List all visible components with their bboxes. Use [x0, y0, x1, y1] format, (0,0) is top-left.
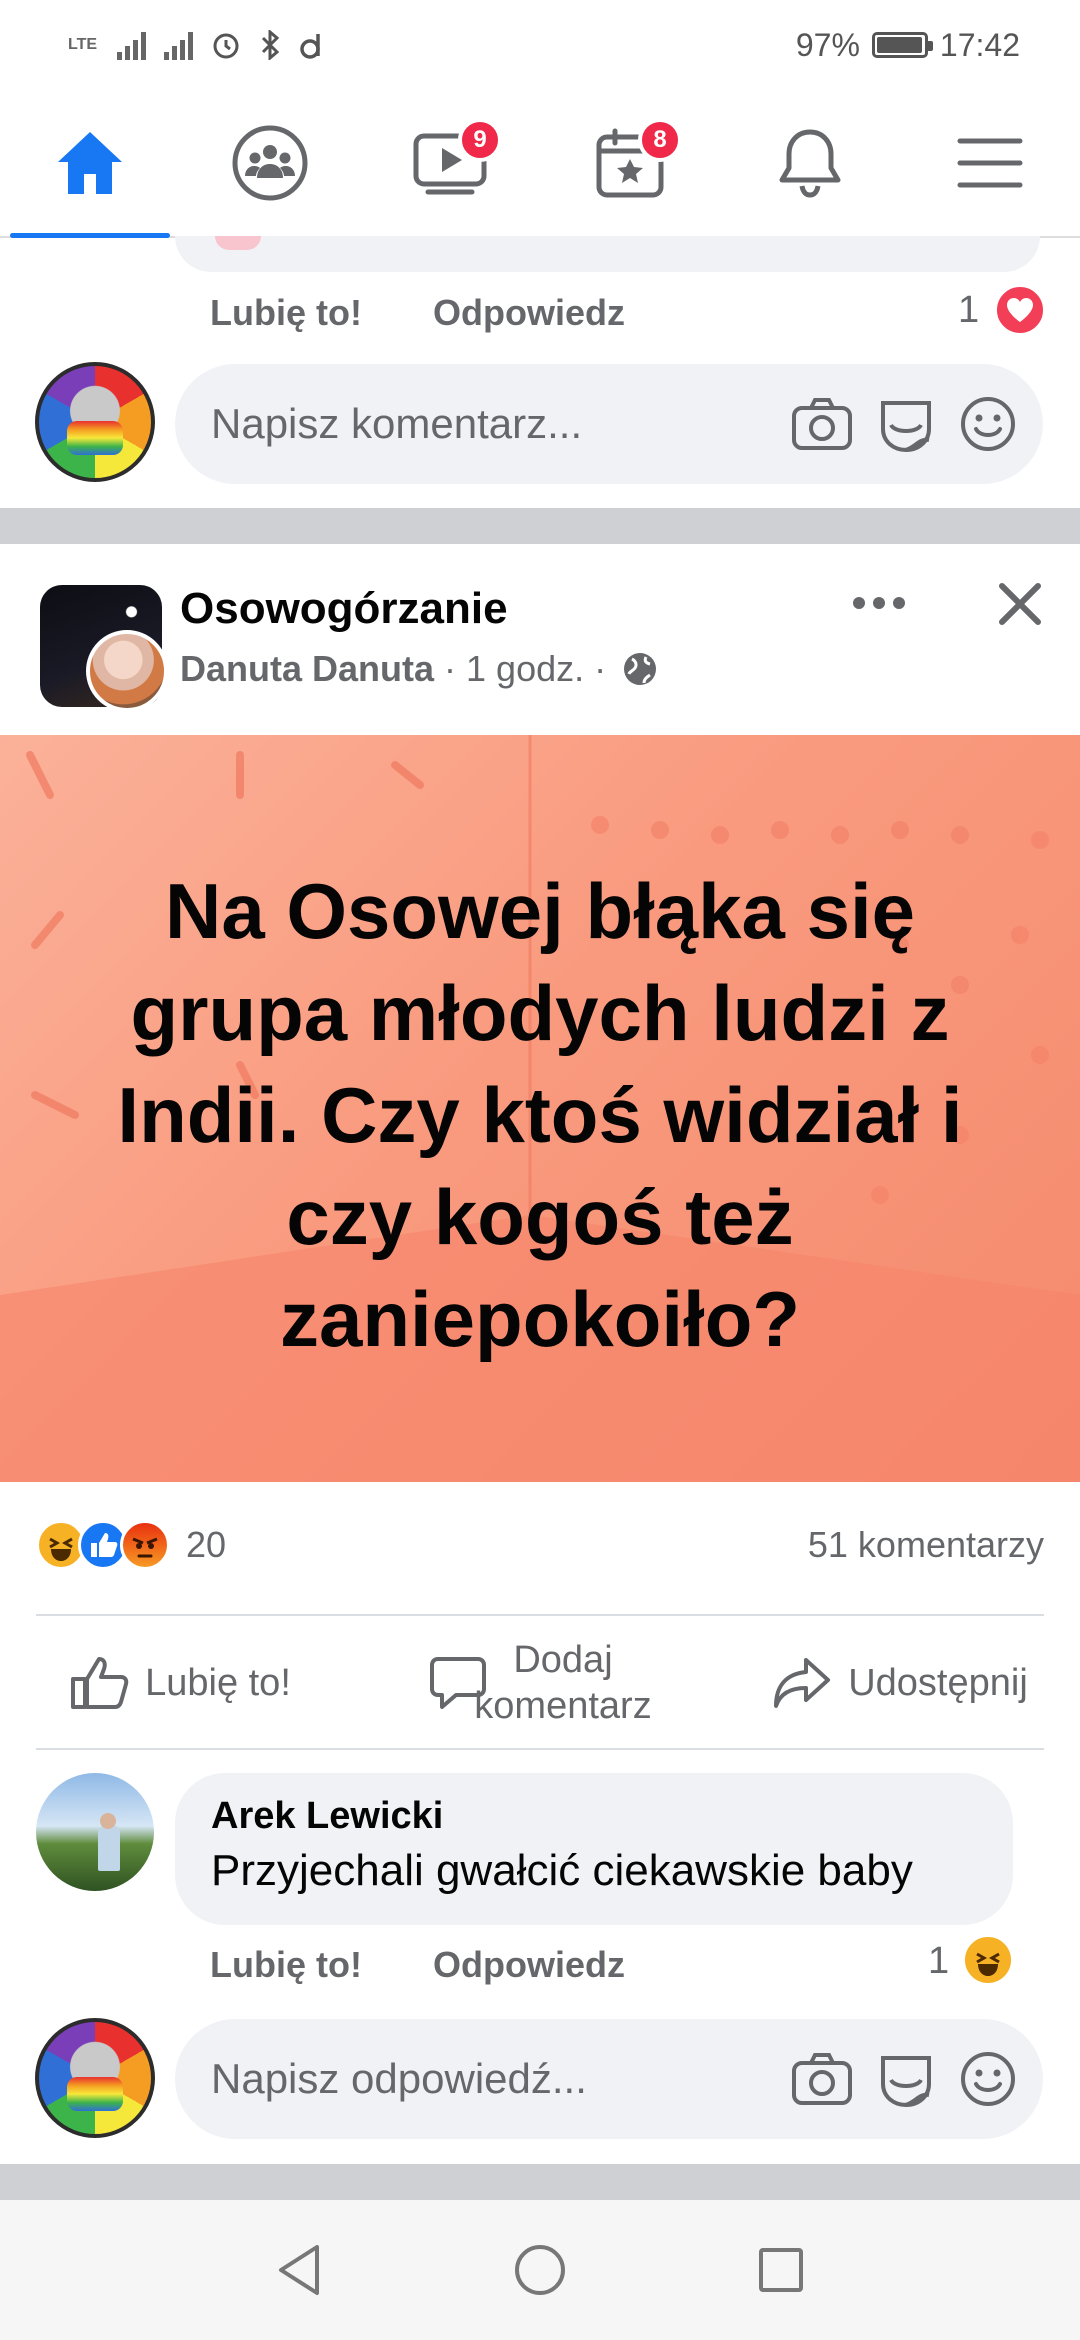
hamburger-menu-icon	[957, 138, 1023, 188]
comment-text: Przyjechali gwałcić ciekawskie baby	[211, 1846, 913, 1895]
nav-groups[interactable]	[180, 90, 360, 236]
like-button[interactable]: Lubię to!	[0, 1655, 360, 1711]
comment-input[interactable]: Napisz komentarz...	[175, 364, 1043, 484]
prev-like-button[interactable]: Lubię to!	[210, 292, 362, 334]
recents-icon[interactable]	[757, 2246, 805, 2294]
nav-home[interactable]	[0, 90, 180, 238]
reaction-icons: 20	[36, 1520, 226, 1570]
comment-bubble: Arek Lewicki Przyjechali gwałcić ciekaws…	[175, 1773, 1013, 1925]
comment-label: Dodaj komentarz	[474, 1637, 651, 1729]
current-user-avatar-reply[interactable]	[35, 2018, 155, 2138]
comment-input-icons	[791, 395, 1017, 453]
bell-icon	[779, 129, 841, 198]
home-circle-icon[interactable]	[513, 2243, 567, 2297]
share-button[interactable]: Udostępnij	[720, 1656, 1080, 1710]
camera-icon[interactable]	[791, 397, 853, 451]
prev-comment-bubble-edge	[175, 236, 1040, 272]
app-d-icon	[300, 34, 320, 59]
prev-reaction-count: 1	[958, 289, 980, 331]
more-options-icon[interactable]	[852, 595, 906, 611]
video-badge: 9	[458, 118, 502, 162]
current-user-avatar[interactable]	[35, 362, 155, 482]
share-icon	[774, 1658, 831, 1708]
reactions-summary[interactable]: 20 51 komentarzy	[36, 1515, 1044, 1575]
nav-events[interactable]: 8	[540, 90, 720, 236]
prev-comment-sticker-edge	[215, 236, 261, 250]
signal-icon	[117, 30, 147, 60]
home-icon	[58, 132, 122, 194]
share-label: Udostępnij	[848, 1661, 1028, 1704]
post-separator	[0, 508, 1080, 544]
commenter-avatar[interactable]	[36, 1773, 154, 1891]
emoji-icon[interactable]	[959, 395, 1017, 453]
nav-menu[interactable]	[900, 90, 1080, 236]
reply-input-icons	[791, 2050, 1017, 2108]
events-badge: 8	[638, 118, 682, 162]
status-right: 97% 17:42	[796, 27, 1020, 64]
post-image-text: Na Osowej błąka się grupa młodych ludzi …	[117, 867, 963, 1363]
sticker-icon[interactable]	[875, 2050, 937, 2108]
signal-icon-2	[164, 30, 194, 60]
angry-reaction-icon	[120, 1520, 170, 1570]
comment-placeholder: Napisz komentarz...	[211, 400, 583, 447]
globe-icon	[624, 653, 657, 685]
post-meta: Danuta Danuta · 1 godz. ·	[180, 648, 658, 690]
comment-label-line1: Dodaj	[513, 1639, 613, 1681]
post-actions: Lubię to! Dodaj komentarz Udostępnij	[0, 1618, 1080, 1748]
nav-notifications[interactable]	[720, 90, 900, 236]
network-type: LTE	[68, 36, 98, 53]
comment-button[interactable]: Dodaj komentarz	[360, 1637, 720, 1729]
post-image[interactable]: Na Osowej błąka się grupa młodych ludzi …	[0, 735, 1080, 1482]
close-icon[interactable]	[996, 580, 1044, 628]
comments-count[interactable]: 51 komentarzy	[808, 1524, 1044, 1566]
haha-reaction-icon-comment	[962, 1934, 1014, 1986]
comment-reply-button[interactable]: Odpowiedz	[433, 1944, 625, 1986]
alarm-icon	[213, 33, 239, 59]
nav-watch[interactable]: 9	[360, 90, 540, 236]
comment-reaction-count: 1	[928, 1940, 950, 1982]
status-bar: LTE 97% 17:42	[0, 0, 1080, 90]
clock: 17:42	[939, 26, 1020, 63]
author-avatar[interactable]	[86, 630, 168, 712]
reply-input[interactable]: Napisz odpowiedź...	[175, 2019, 1043, 2139]
group-name[interactable]: Osowogórzanie	[180, 584, 508, 634]
battery-icon	[871, 32, 933, 58]
groups-icon	[232, 125, 308, 201]
comment-label-line2: komentarz	[474, 1685, 652, 1727]
sticker-icon[interactable]	[875, 395, 937, 453]
reactions-count: 20	[186, 1524, 227, 1565]
reply-placeholder: Napisz odpowiedź...	[211, 2055, 587, 2102]
comment-author[interactable]: Arek Lewicki	[211, 1795, 977, 1838]
back-icon[interactable]	[275, 2243, 323, 2297]
divider-bottom	[36, 1748, 1044, 1750]
status-left: LTE	[68, 30, 323, 60]
post-author[interactable]: Danuta Danuta	[180, 648, 434, 690]
comment-like-button[interactable]: Lubię to!	[210, 1944, 362, 1986]
battery-percent: 97%	[795, 26, 860, 63]
thumbs-up-icon	[71, 1657, 129, 1709]
camera-icon[interactable]	[791, 2052, 853, 2106]
prev-reply-button[interactable]: Odpowiedz	[433, 292, 625, 334]
top-nav: 9 8	[0, 90, 1080, 238]
divider-top	[36, 1614, 1044, 1616]
like-label: Lubię to!	[145, 1661, 291, 1704]
love-reaction-icon	[994, 284, 1046, 336]
bluetooth-icon	[261, 30, 280, 60]
post-time: · 1 godz. ·	[434, 648, 617, 689]
bottom-separator	[0, 2164, 1080, 2200]
system-nav-bar	[0, 2200, 1080, 2340]
emoji-icon[interactable]	[959, 2050, 1017, 2108]
